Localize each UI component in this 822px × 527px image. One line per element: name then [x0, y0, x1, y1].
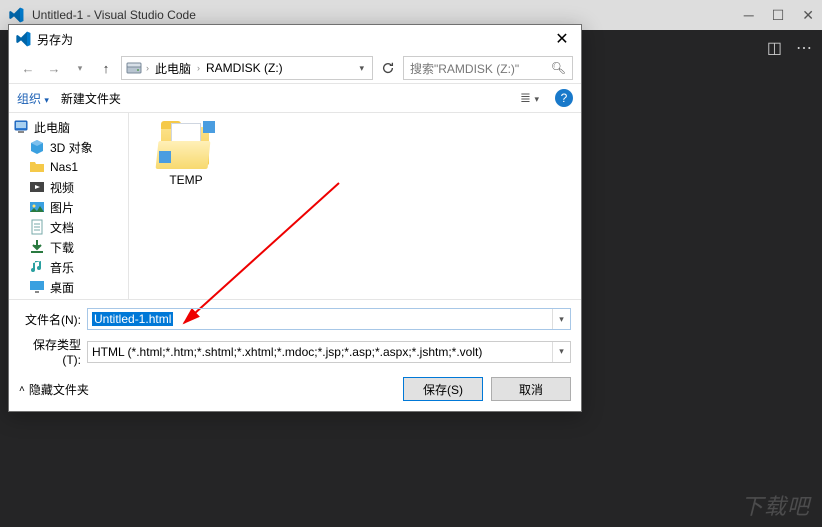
help-icon[interactable]: ? [555, 89, 573, 107]
filetype-value: HTML (*.html;*.htm;*.shtml;*.xhtml;*.mdo… [92, 345, 482, 359]
organize-menu[interactable]: 组织 ▾ [17, 90, 49, 107]
close-window-button[interactable]: ✕ [802, 7, 814, 24]
music-icon [29, 259, 45, 275]
watermark: 下载吧 [741, 489, 810, 521]
close-icon[interactable]: ✕ [547, 29, 577, 49]
chevron-down-icon[interactable]: ▾ [355, 63, 368, 74]
address-bar-row: ← → ▾ ↑ › 此电脑 › RAMDISK (Z:) ▾ 搜索"RAMDIS… [9, 53, 581, 83]
nav-tree[interactable]: 此电脑 3D 对象 Nas1 视频 图片 文档 下载 音乐 桌面 ▸本地磁盘 (… [9, 113, 129, 299]
pictures-icon [29, 199, 45, 215]
maximize-button[interactable]: ☐ [772, 7, 785, 24]
dialog-toolbar: 组织 ▾ 新建文件夹 ≣ ▾ ? [9, 83, 581, 113]
chevron-down-icon[interactable]: ▾ [552, 342, 570, 362]
tree-item[interactable]: 文档 [9, 217, 128, 237]
tree-item[interactable]: 桌面 [9, 277, 128, 297]
folder-icon [157, 121, 215, 169]
chevron-right-icon[interactable]: › [197, 63, 200, 73]
refresh-button[interactable] [377, 57, 399, 79]
dialog-bottom: 文件名(N): Untitled-1.html ▾ 保存类型(T): HTML … [9, 299, 581, 411]
filename-value: Untitled-1.html [92, 312, 173, 326]
video-icon [29, 179, 45, 195]
tree-item[interactable]: 图片 [9, 197, 128, 217]
desktop-icon [29, 279, 45, 295]
tree-this-pc[interactable]: 此电脑 [9, 117, 128, 137]
docs-icon [29, 219, 45, 235]
save-button[interactable]: 保存(S) [403, 377, 483, 401]
folder-label: TEMP [169, 173, 202, 187]
refresh-icon [381, 61, 395, 75]
new-folder-button[interactable]: 新建文件夹 [61, 90, 121, 107]
tree-item[interactable]: 3D 对象 [9, 137, 128, 157]
vscode-icon [15, 31, 31, 47]
nav-up-button[interactable]: ↑ [95, 57, 117, 79]
tree-item[interactable]: 音乐 [9, 257, 128, 277]
nav-forward-button: → [43, 57, 65, 79]
view-options-button[interactable]: ≣ ▾ [516, 90, 543, 106]
3d-icon [29, 139, 45, 155]
folder-icon [29, 159, 45, 175]
dialog-title: 另存为 [37, 31, 547, 48]
vscode-icon [8, 7, 24, 23]
dialog-titlebar: 另存为 ✕ [9, 25, 581, 53]
nav-recent-button[interactable]: ▾ [69, 57, 91, 79]
filetype-label: 保存类型(T): [19, 336, 81, 367]
save-as-dialog: 另存为 ✕ ← → ▾ ↑ › 此电脑 › RAMDISK (Z:) ▾ 搜索"… [8, 24, 582, 412]
filename-input[interactable]: Untitled-1.html ▾ [87, 308, 571, 330]
drive-icon [126, 60, 142, 76]
file-list[interactable]: TEMP [129, 113, 581, 299]
address-bar[interactable]: › 此电脑 › RAMDISK (Z:) ▾ [121, 56, 373, 80]
search-input[interactable]: 搜索"RAMDISK (Z:)" 🔍︎ [403, 56, 573, 80]
split-editor-icon[interactable]: ◫ [767, 38, 782, 58]
download-icon [29, 239, 45, 255]
breadcrumb-root[interactable]: 此电脑 [153, 60, 193, 77]
chevron-down-icon[interactable]: ▾ [552, 309, 570, 329]
filename-label: 文件名(N): [19, 311, 81, 328]
window-title: Untitled-1 - Visual Studio Code [32, 8, 744, 22]
minimize-button[interactable]: ─ [744, 7, 754, 24]
hide-folders-toggle[interactable]: ˄ 隐藏文件夹 [19, 381, 89, 398]
cancel-button[interactable]: 取消 [491, 377, 571, 401]
folder-item[interactable]: TEMP [141, 121, 231, 187]
filetype-select[interactable]: HTML (*.html;*.htm;*.shtml;*.xhtml;*.mdo… [87, 341, 571, 363]
pc-icon [13, 119, 29, 135]
chevron-right-icon[interactable]: › [146, 63, 149, 73]
breadcrumb-drive[interactable]: RAMDISK (Z:) [204, 61, 285, 75]
more-actions-icon[interactable]: ⋯ [796, 38, 812, 58]
tree-item[interactable]: Nas1 [9, 157, 128, 177]
nav-back-button[interactable]: ← [17, 57, 39, 79]
tree-item[interactable]: 视频 [9, 177, 128, 197]
chevron-up-icon: ˄ [19, 384, 25, 395]
search-placeholder: 搜索"RAMDISK (Z:)" [410, 60, 519, 77]
tree-item[interactable]: 下载 [9, 237, 128, 257]
search-icon: 🔍︎ [551, 61, 566, 75]
